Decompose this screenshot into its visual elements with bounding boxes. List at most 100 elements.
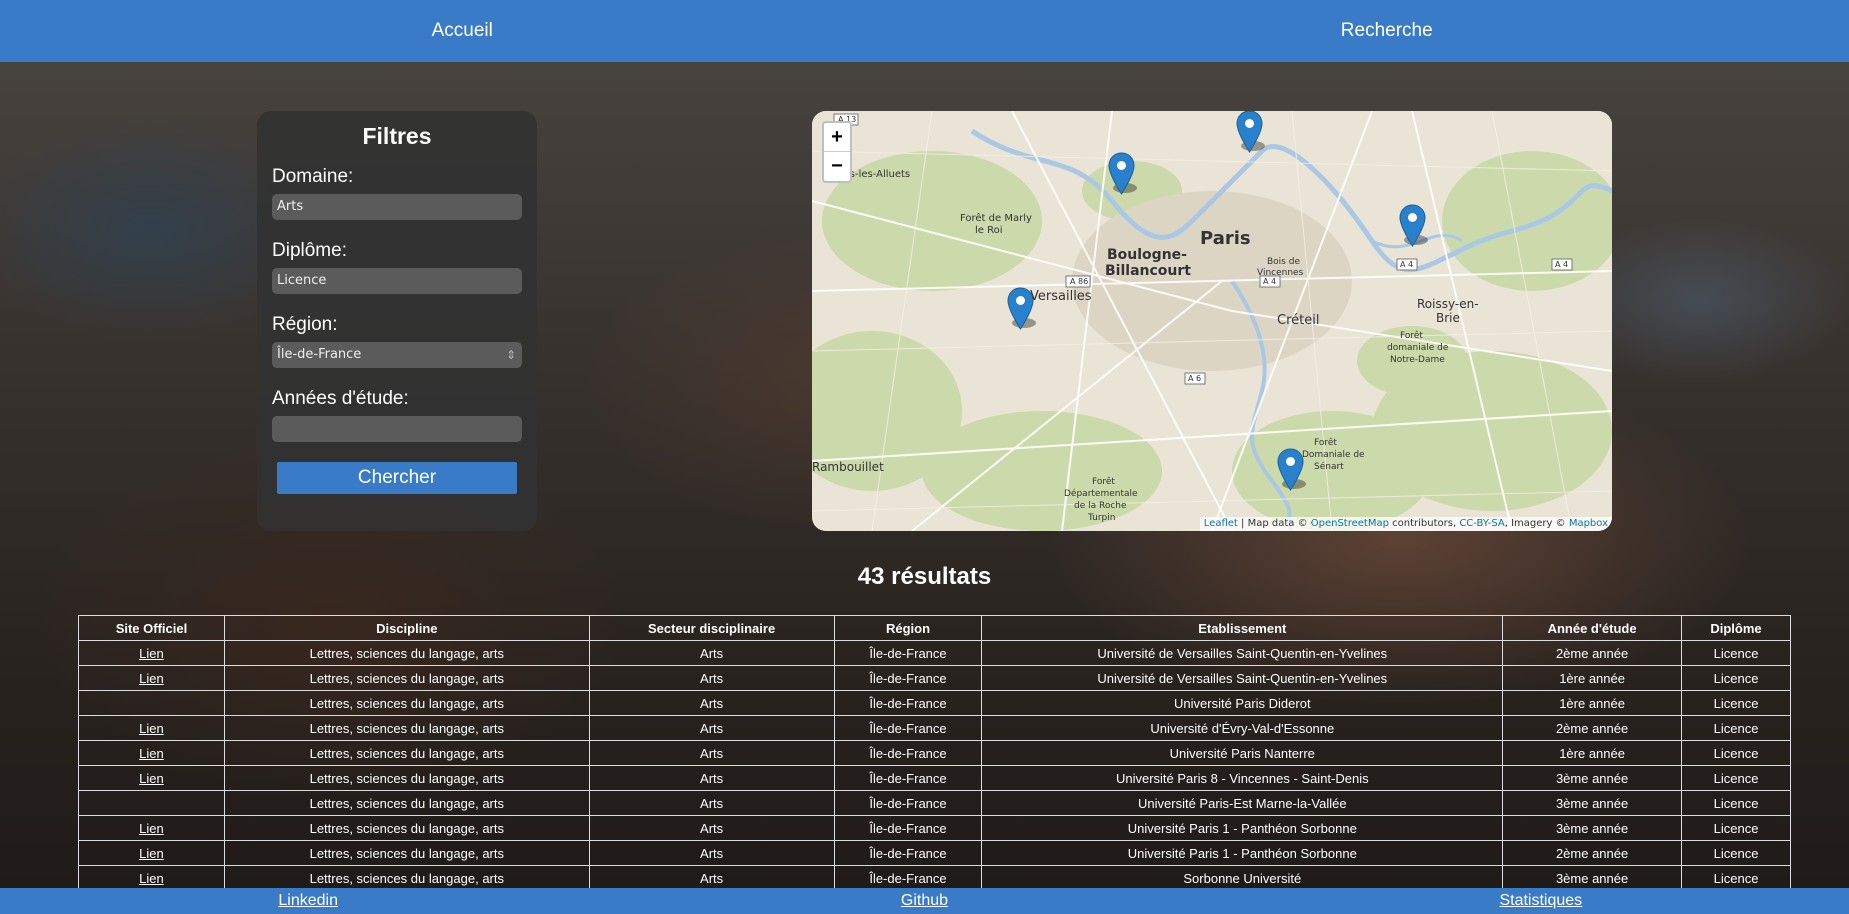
map-label-roche-4: Turpin xyxy=(1087,513,1115,523)
header-sector: Secteur disciplinaire xyxy=(588,615,835,641)
zoom-out-button[interactable]: − xyxy=(824,152,850,181)
footer: Linkedin Github Statistiques xyxy=(0,888,1849,914)
table-cell: Île-de-France xyxy=(833,865,983,891)
region-select[interactable]: Île-de-France ⇕ xyxy=(272,342,522,368)
table-cell: Lettres, sciences du langage, arts xyxy=(223,790,590,816)
map-label-notredame-2: domaniale de xyxy=(1387,343,1449,353)
table-row: Lien Lettres, sciences du langage, arts Ar… xyxy=(78,640,1791,666)
table-cell: Lien xyxy=(78,740,225,766)
table-header-row: Site Officiel Discipline Secteur discipl… xyxy=(78,615,1791,641)
footer-stats-link[interactable]: Statistiques xyxy=(1233,888,1849,914)
zoom-control: + − xyxy=(822,121,852,183)
table-cell: Licence xyxy=(1681,840,1791,866)
table-cell: 2ème année xyxy=(1502,840,1683,866)
domain-label: Domaine: xyxy=(272,166,354,187)
map-label-roche-3: de la Roche xyxy=(1074,501,1127,511)
table-cell: Arts xyxy=(588,740,835,766)
table-cell: Lettres, sciences du langage, arts xyxy=(223,715,590,741)
footer-linkedin-link[interactable]: Linkedin xyxy=(0,888,616,914)
osm-link[interactable]: OpenStreetMap xyxy=(1311,518,1389,529)
domain-input[interactable]: Arts xyxy=(272,194,522,220)
years-input[interactable] xyxy=(272,416,522,442)
header-discipline: Discipline xyxy=(223,615,590,641)
attribution-text-1: | Map data © xyxy=(1237,518,1311,529)
table-cell: Arts xyxy=(588,865,835,891)
region-label: Région: xyxy=(272,314,338,335)
header-year: Année d'étude xyxy=(1502,615,1683,641)
official-site-link[interactable]: Lien xyxy=(139,771,164,786)
table-cell: Université de Versailles Saint-Quentin-e… xyxy=(981,665,1504,691)
table-cell: Lettres, sciences du langage, arts xyxy=(223,740,590,766)
official-site-link[interactable]: Lien xyxy=(139,671,164,686)
official-site-link[interactable]: Lien xyxy=(139,846,164,861)
filters-panel: Filtres Domaine: Arts Diplôme: Licence R… xyxy=(257,111,537,531)
official-site-link[interactable]: Lien xyxy=(139,721,164,736)
table-cell: Université Paris 1 - Panthéon Sorbonne xyxy=(981,840,1504,866)
table-cell: Arts xyxy=(588,790,835,816)
official-site-link[interactable]: Lien xyxy=(139,646,164,661)
map-label-roche-2: Départementale xyxy=(1064,488,1138,499)
region-select-value: Île-de-France xyxy=(277,347,362,362)
header-region: Région xyxy=(833,615,983,641)
table-row: Lien Lettres, sciences du langage, arts Ar… xyxy=(78,765,1791,791)
table-cell xyxy=(78,790,225,816)
table-cell: 2ème année xyxy=(1502,640,1683,666)
table-cell: Île-de-France xyxy=(833,765,983,791)
official-site-link[interactable]: Lien xyxy=(139,746,164,761)
results-table: Site Officiel Discipline Secteur discipl… xyxy=(78,615,1791,891)
table-cell: Licence xyxy=(1681,715,1791,741)
map-label-marly-1: Forêt de Marly xyxy=(960,212,1032,224)
map-label-vincennes-2: Vincennes xyxy=(1257,268,1304,278)
table-cell: Université Paris 8 - Vincennes - Saint-D… xyxy=(981,765,1504,791)
map-label-boulogne-2: Billancourt xyxy=(1105,263,1191,279)
ccbysa-link[interactable]: CC-BY-SA xyxy=(1459,518,1504,529)
table-row: Lien Lettres, sciences du langage, arts Ar… xyxy=(78,815,1791,841)
table-cell: Université de Versailles Saint-Quentin-e… xyxy=(981,640,1504,666)
map-label-senart-2: Domaniale de xyxy=(1302,450,1365,460)
diploma-input[interactable]: Licence xyxy=(272,268,522,294)
table-cell: Licence xyxy=(1681,640,1791,666)
table-cell: Licence xyxy=(1681,665,1791,691)
table-cell: Lien xyxy=(78,640,225,666)
leaflet-link[interactable]: Leaflet xyxy=(1204,518,1238,529)
table-cell: Lettres, sciences du langage, arts xyxy=(223,640,590,666)
table-cell: Arts xyxy=(588,715,835,741)
table-cell: 2ème année xyxy=(1502,715,1683,741)
table-cell: Licence xyxy=(1681,765,1791,791)
table-cell: 3ème année xyxy=(1502,790,1683,816)
footer-github-link[interactable]: Github xyxy=(616,888,1232,914)
table-cell xyxy=(78,690,225,716)
table-cell: Île-de-France xyxy=(833,840,983,866)
attribution-text-3: , Imagery © xyxy=(1504,518,1569,529)
official-site-link[interactable]: Lien xyxy=(139,871,164,886)
map-label-boulogne-1: Boulogne- xyxy=(1107,247,1187,263)
map-label-a86: A 86 xyxy=(1070,277,1088,286)
table-cell: Île-de-France xyxy=(833,665,983,691)
search-button[interactable]: Chercher xyxy=(277,462,517,494)
table-row: Lettres, sciences du langage, arts Arts Îl… xyxy=(78,790,1791,816)
table-row: Lien Lettres, sciences du langage, arts Ar… xyxy=(78,840,1791,866)
zoom-in-button[interactable]: + xyxy=(824,123,850,152)
table-cell: Lien xyxy=(78,815,225,841)
mapbox-link[interactable]: Mapbox xyxy=(1569,518,1608,529)
map-label-rambouillet: Rambouillet xyxy=(812,460,884,474)
map-label-a4-3: A 4 xyxy=(1555,260,1568,269)
table-cell: Île-de-France xyxy=(833,815,983,841)
map-label-a6: A 6 xyxy=(1188,374,1201,383)
nav-home-link[interactable]: Accueil xyxy=(0,0,925,62)
table-cell: Lettres, sciences du langage, arts xyxy=(223,765,590,791)
map-attribution: Leaflet | Map data © OpenStreetMap contr… xyxy=(1199,517,1612,531)
official-site-link[interactable]: Lien xyxy=(139,821,164,836)
table-cell: Lettres, sciences du langage, arts xyxy=(223,815,590,841)
table-cell: Lien xyxy=(78,865,225,891)
table-cell: Lien xyxy=(78,765,225,791)
table-cell: Licence xyxy=(1681,690,1791,716)
nav-search-link[interactable]: Recherche xyxy=(925,0,1849,62)
results-count: 43 résultats xyxy=(857,563,992,590)
table-cell: Arts xyxy=(588,765,835,791)
map-view[interactable]: A 13 A 86 A 4 A 4 A 4 A 6 Paris Boulogne… xyxy=(812,111,1612,531)
table-cell: Lien xyxy=(78,715,225,741)
table-cell: Licence xyxy=(1681,815,1791,841)
map-label-senart-1: Forêt xyxy=(1314,437,1337,448)
map-label-paris: Paris xyxy=(1200,228,1251,249)
